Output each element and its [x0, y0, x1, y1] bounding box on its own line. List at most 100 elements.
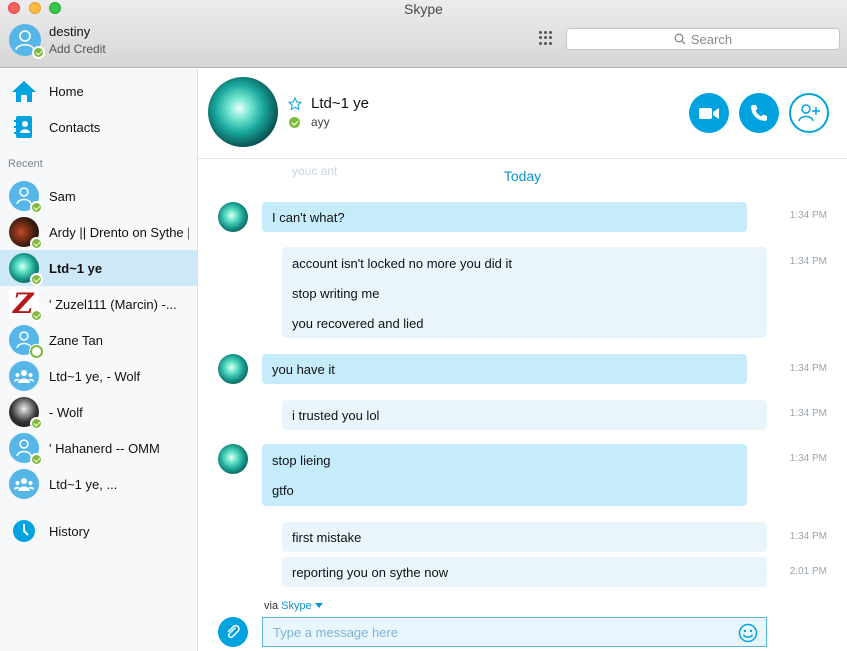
online-status-icon — [30, 417, 43, 430]
avatar — [9, 181, 43, 214]
via-service-link[interactable]: Skype — [281, 600, 312, 612]
contact-name: Zane Tan — [49, 332, 103, 348]
group-icon — [14, 370, 34, 383]
message-bubble: stop lieing gtfo — [262, 444, 747, 506]
search-box[interactable]: Search — [566, 28, 840, 50]
favorite-star-icon[interactable] — [288, 97, 302, 111]
profile-avatar[interactable] — [9, 24, 45, 59]
message-bubble: i trusted you lol — [282, 400, 767, 430]
contact-name: ' Zuzel111 (Marcin) -... — [49, 296, 177, 312]
message-timestamp: 1:34 PM — [789, 531, 827, 542]
message-text: first mistake — [292, 530, 362, 545]
avatar — [9, 325, 43, 358]
profile-name[interactable]: destiny — [49, 24, 90, 39]
search-icon — [674, 33, 686, 45]
message-text: I can't what? — [272, 210, 345, 225]
contact-avatar[interactable] — [208, 77, 278, 147]
message-timestamp: 1:34 PM — [789, 256, 827, 267]
window-title: Skype — [404, 1, 443, 17]
paperclip-icon — [227, 624, 240, 639]
message-text: stop writing me — [292, 286, 380, 301]
recent-group-ltd[interactable]: Ltd~1 ye, ... — [0, 466, 197, 502]
online-status-icon — [30, 237, 43, 250]
message-bubble: I can't what? — [262, 202, 747, 232]
emoticon-icon[interactable] — [738, 623, 758, 643]
message-text: account isn't locked no more you did it — [292, 256, 512, 271]
recent-contact-wolf[interactable]: - Wolf — [0, 394, 197, 430]
avatar — [9, 397, 43, 430]
avatar — [9, 217, 43, 250]
message-avatar — [218, 354, 248, 384]
voice-call-button[interactable] — [739, 93, 779, 133]
person-icon — [16, 331, 32, 349]
group-icon — [14, 478, 34, 491]
message-timestamp: 2:01 PM — [789, 566, 827, 577]
add-person-icon — [798, 104, 820, 122]
video-call-button[interactable] — [689, 93, 729, 133]
person-icon — [16, 439, 32, 457]
recent-contact-ltd-selected[interactable]: Ltd~1 ye — [0, 250, 197, 286]
title-bar: Skype destiny Add Credit Search — [0, 0, 847, 68]
recent-contact-zuzel[interactable]: Z ' Zuzel111 (Marcin) -... — [0, 286, 197, 322]
online-status-icon — [30, 309, 43, 322]
online-status-icon — [289, 117, 300, 128]
avatar — [9, 253, 43, 286]
recent-section-label: Recent — [8, 158, 43, 170]
dialpad-icon[interactable] — [539, 31, 553, 45]
avatar — [9, 361, 39, 391]
attach-file-button[interactable] — [218, 617, 248, 647]
sidebar-item-home[interactable]: Home — [0, 73, 198, 109]
contact-name: Ardy || Drento on Sythe || — [49, 224, 189, 240]
recent-contact-hahanerd[interactable]: ' Hahanerd -- OMM — [0, 430, 197, 466]
message-timestamp: 1:34 PM — [789, 363, 827, 374]
phone-icon — [751, 105, 767, 121]
search-placeholder: Search — [690, 31, 733, 47]
sidebar: Home Contacts Recent Sam Ardy || Drento … — [0, 69, 198, 651]
caret-down-icon — [314, 603, 323, 608]
message-text: stop lieing — [272, 453, 331, 468]
contact-name: Sam — [49, 188, 76, 204]
avatar — [9, 469, 39, 499]
contact-name: Ltd~1 ye, - Wolf — [49, 368, 141, 384]
contact-name: - Wolf — [49, 404, 83, 420]
home-icon — [11, 78, 37, 104]
video-camera-icon — [699, 107, 719, 119]
message-input[interactable] — [273, 624, 723, 640]
recent-group-ltd-wolf[interactable]: Ltd~1 ye, - Wolf — [0, 358, 197, 394]
sidebar-item-label: History — [49, 523, 90, 539]
contact-name: Ltd~1 ye, ... — [49, 476, 118, 492]
sidebar-item-history[interactable]: History — [0, 513, 198, 549]
online-status-icon — [30, 273, 43, 286]
message-text: gtfo — [272, 483, 294, 498]
recent-contact-zane[interactable]: Zane Tan — [0, 322, 197, 358]
contact-name-heading[interactable]: Ltd~1 ye — [311, 95, 369, 112]
message-timestamp: 1:34 PM — [789, 408, 827, 419]
online-status-icon — [30, 453, 43, 466]
message-text: you have it — [272, 362, 335, 377]
message-bubble: account isn't locked no more you did it … — [282, 247, 767, 338]
offline-status-icon — [30, 345, 43, 358]
add-credit-link[interactable]: Add Credit — [49, 42, 106, 56]
date-divider: Today — [503, 168, 542, 184]
sidebar-item-contacts[interactable]: Contacts — [0, 109, 198, 145]
avatar: Z — [9, 287, 43, 322]
sidebar-item-label: Contacts — [49, 119, 101, 135]
message-avatar — [218, 444, 248, 474]
avatar — [9, 433, 43, 466]
online-status-icon — [32, 46, 45, 59]
person-icon — [16, 187, 32, 205]
add-participant-button[interactable] — [789, 93, 829, 133]
message-text: i trusted you lol — [292, 408, 380, 423]
recent-contact-sam[interactable]: Sam — [0, 178, 197, 214]
message-timestamp: 1:34 PM — [789, 210, 827, 221]
clock-icon — [11, 518, 37, 544]
contact-mood-message: ayy — [311, 115, 330, 129]
message-composer[interactable] — [262, 617, 767, 647]
message-text: reporting you on sythe now — [292, 565, 449, 580]
via-service-selector[interactable]: via Skype — [264, 600, 323, 612]
online-status-icon — [30, 201, 43, 214]
conversation-header: Ltd~1 ye ayy — [198, 69, 847, 159]
contact-name: Ltd~1 ye — [49, 260, 103, 276]
message-bubble: first mistake — [282, 522, 767, 552]
recent-contact-ardy[interactable]: Ardy || Drento on Sythe || — [0, 214, 197, 250]
